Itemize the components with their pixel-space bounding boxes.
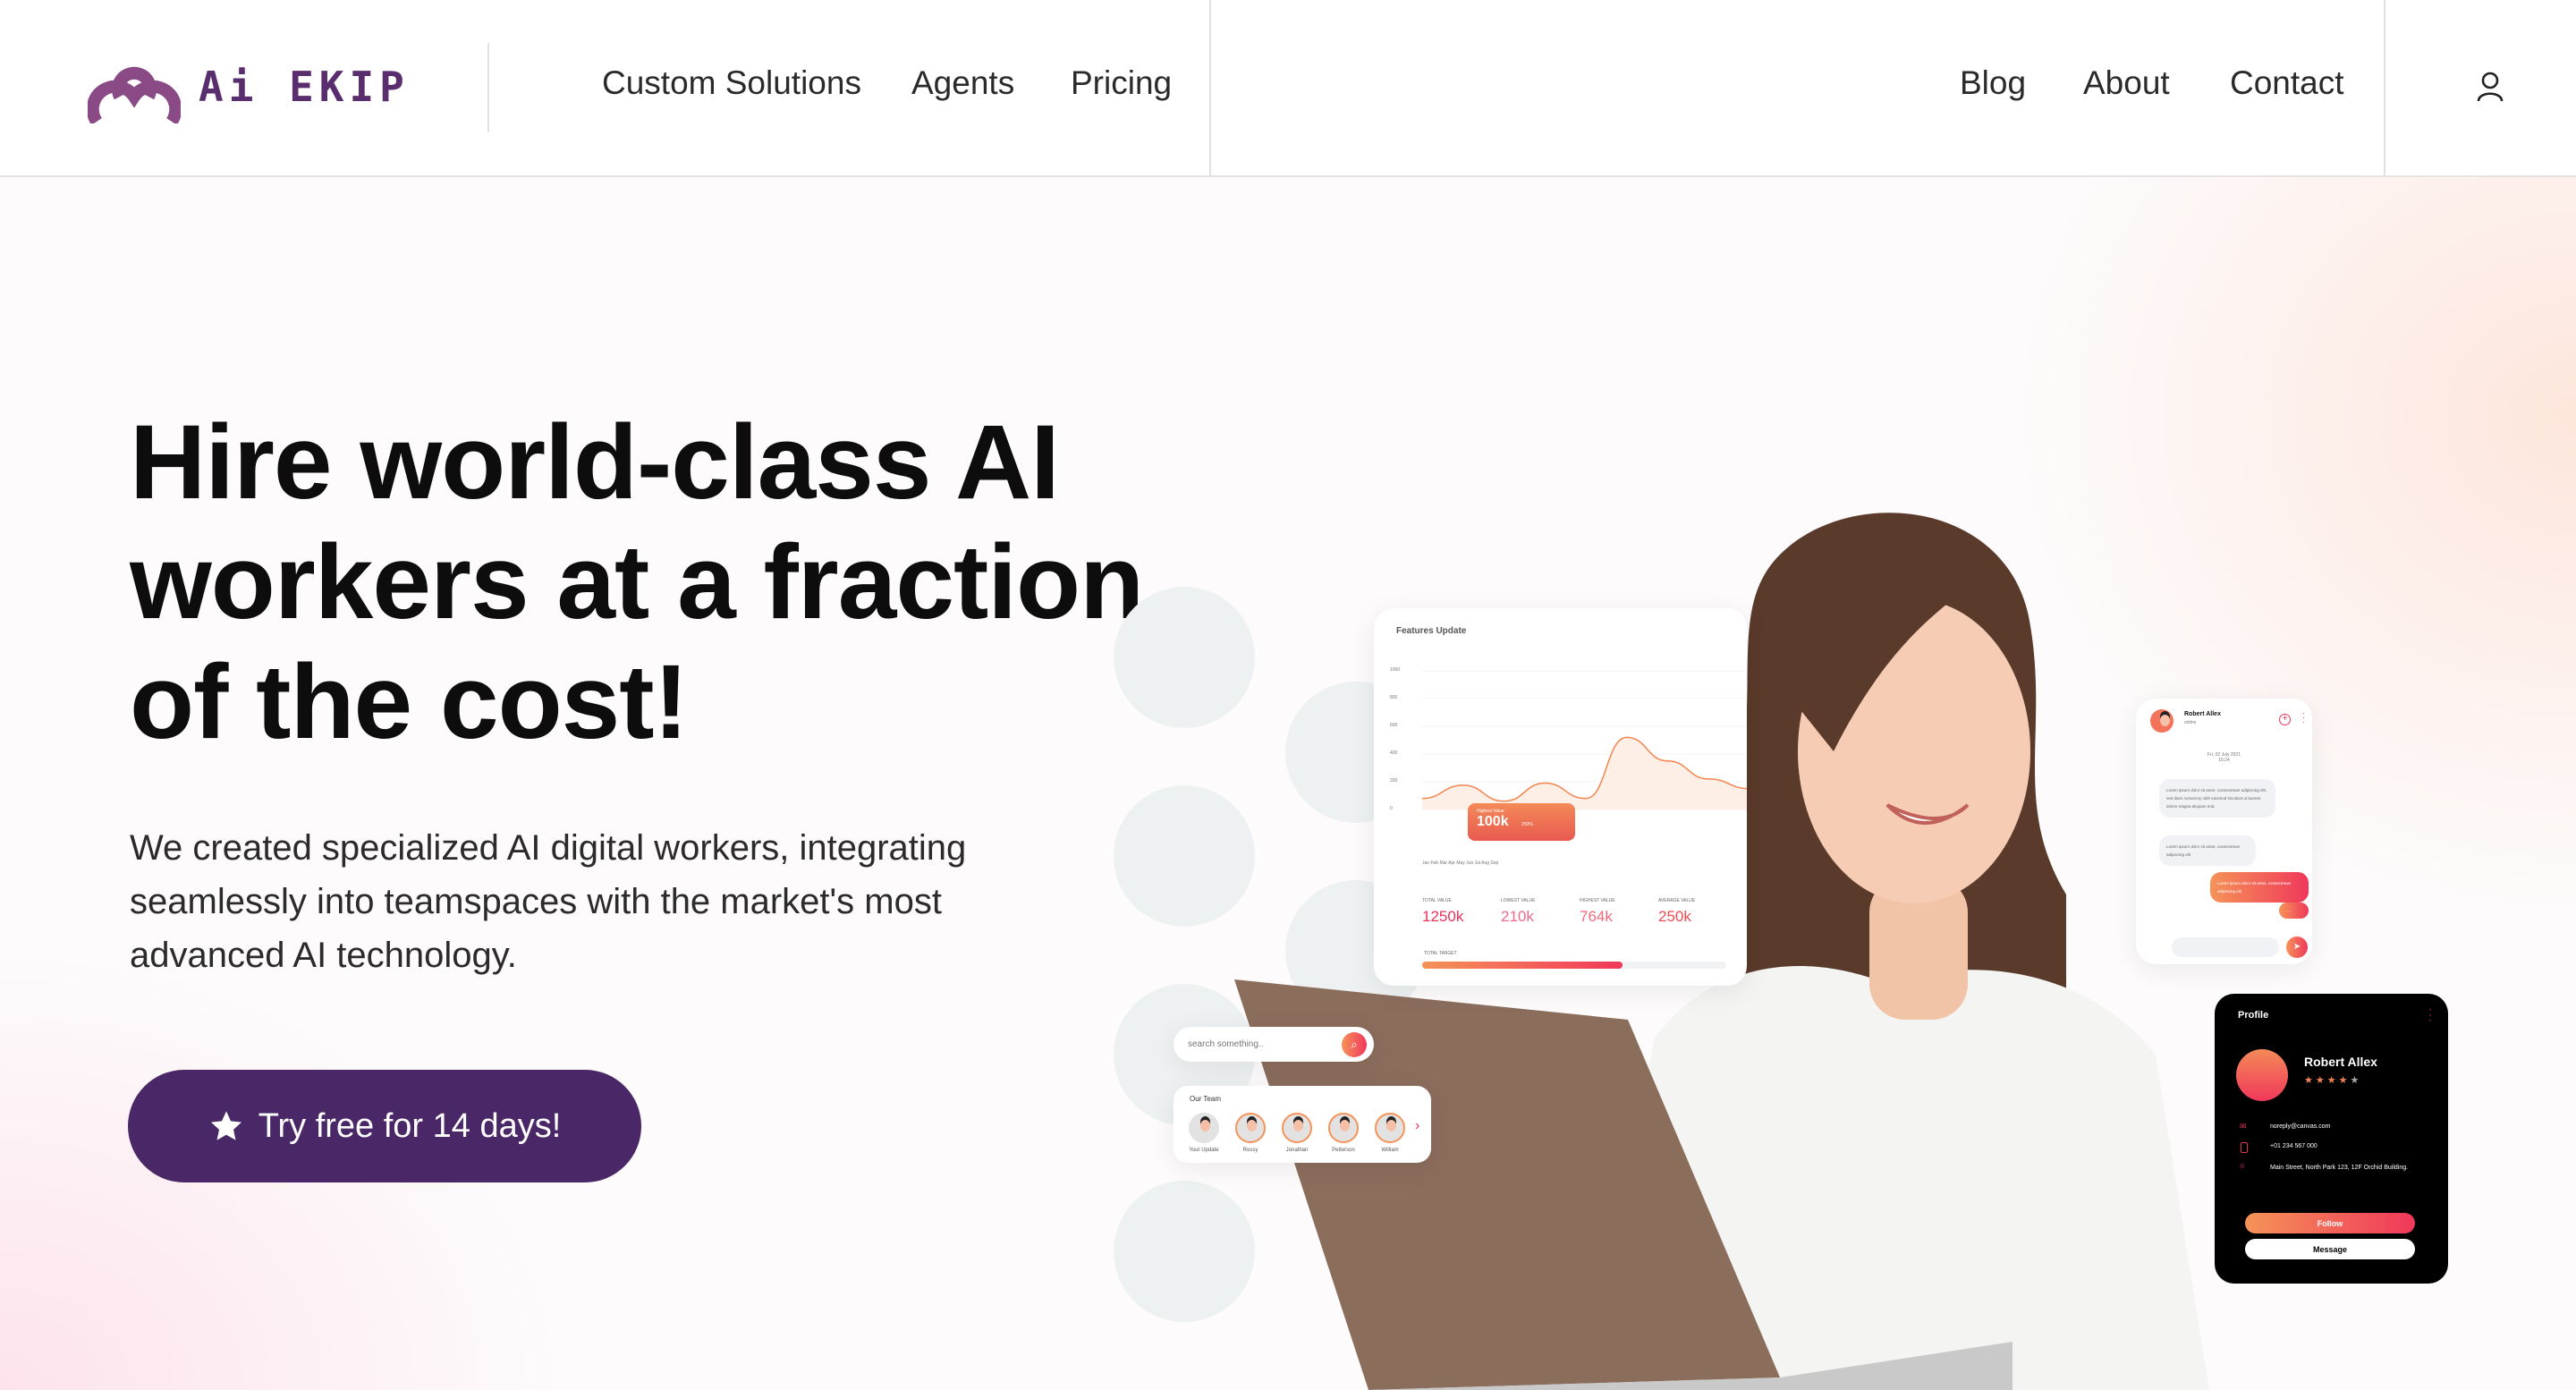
send-icon[interactable]: ➤ bbox=[2286, 937, 2308, 958]
stat-label: HIGHEST VALUE bbox=[1580, 898, 1615, 903]
star-icon bbox=[210, 1111, 242, 1140]
profile-phone: +01 234 567 000 bbox=[2270, 1143, 2318, 1149]
profile-card: Profile · · · Robert Allex ★★★★★ ✉ noreply… bbox=[2215, 994, 2448, 1284]
member-avatar bbox=[1189, 1113, 1219, 1143]
chat-input[interactable] bbox=[2172, 937, 2279, 957]
stat-label: TOTAL VALUE bbox=[1422, 898, 1452, 903]
member-avatar bbox=[1328, 1113, 1359, 1143]
rating-stars: ★★★★★ bbox=[2304, 1074, 2361, 1086]
user-icon[interactable] bbox=[2476, 72, 2504, 102]
target-progress-bar bbox=[1422, 962, 1726, 969]
stat-label: LOWEST VALUE bbox=[1501, 898, 1536, 903]
tooltip: Highest Value 100k 250% bbox=[1468, 803, 1575, 841]
stat-value: 210k bbox=[1501, 908, 1534, 925]
try-free-button[interactable]: Try free for 14 days! bbox=[128, 1070, 641, 1182]
member-avatar bbox=[1375, 1113, 1405, 1143]
message-bubble: ..... bbox=[2279, 903, 2309, 919]
follow-button[interactable]: Follow bbox=[2245, 1213, 2415, 1233]
y-tick: 0 bbox=[1390, 806, 1393, 811]
team-title: Our Team bbox=[1190, 1095, 1221, 1103]
nav-agents[interactable]: Agents bbox=[911, 64, 1014, 102]
logo[interactable]: Ai EKIP bbox=[88, 52, 410, 123]
search-box[interactable]: ⌕ bbox=[1174, 1027, 1374, 1062]
star-icon: ★ bbox=[2315, 1075, 2327, 1086]
member-name: Your Update bbox=[1189, 1148, 1219, 1153]
star-icon: ★ bbox=[2350, 1075, 2362, 1086]
stat-value: 250k bbox=[1658, 908, 1691, 925]
features-update-card: Features Update 1000 800 600 400 200 0 Highes… bbox=[1374, 608, 1747, 986]
nav-contact[interactable]: Contact bbox=[2230, 64, 2344, 102]
divider bbox=[487, 43, 489, 132]
logo-text: Ai EKIP bbox=[199, 63, 410, 111]
member-name: Jonathan bbox=[1285, 1148, 1309, 1153]
location-icon: ⌾ bbox=[2240, 1162, 2245, 1171]
tooltip-value: 100k bbox=[1477, 814, 1509, 829]
message-bubble: Lorem ipsum dolor sit amet, consectetuer… bbox=[2159, 779, 2275, 818]
member-avatar bbox=[1282, 1113, 1312, 1143]
logo-mark-icon bbox=[88, 66, 181, 123]
message-bubble: Lorem ipsum dolor sit amet, consectetuer… bbox=[2159, 835, 2256, 866]
try-free-label: Try free for 14 days! bbox=[258, 1106, 562, 1145]
nav-pricing[interactable]: Pricing bbox=[1071, 64, 1172, 102]
profile-name: Robert Allex bbox=[2304, 1055, 2377, 1069]
stat-value: 1250k bbox=[1422, 908, 1464, 925]
star-icon: ★ bbox=[2304, 1075, 2316, 1086]
target-progress-fill bbox=[1422, 962, 1623, 969]
profile-email: noreply@canvas.com bbox=[2270, 1123, 2331, 1130]
member-name: Petterson bbox=[1332, 1148, 1355, 1153]
tooltip-pct: 250% bbox=[1521, 822, 1533, 827]
hero-description: We created specialized AI digital worker… bbox=[130, 828, 967, 975]
member-name: Rossy bbox=[1242, 1148, 1258, 1153]
stat-value: 764k bbox=[1580, 908, 1613, 925]
more-icon[interactable]: · · · bbox=[2302, 709, 2305, 727]
nav-blog[interactable]: Blog bbox=[1960, 64, 2026, 102]
nav-custom-solutions[interactable]: Custom Solutions bbox=[602, 64, 861, 102]
team-member[interactable]: William bbox=[1367, 1113, 1413, 1153]
site-header: Ai EKIP Custom Solutions Agents Pricing … bbox=[0, 0, 2576, 177]
more-icon[interactable]: · · · bbox=[2428, 1004, 2432, 1025]
add-icon[interactable]: + bbox=[2279, 714, 2291, 725]
profile-title: Profile bbox=[2238, 1010, 2269, 1021]
card-title: Features Update bbox=[1396, 626, 1467, 636]
star-icon: ★ bbox=[2326, 1075, 2339, 1086]
email-icon: ✉ bbox=[2240, 1122, 2247, 1131]
message-bubble: Lorem ipsum dolor sit amet, consectetuer… bbox=[2210, 872, 2309, 903]
phone-icon bbox=[2241, 1142, 2248, 1153]
profile-address: Main Street, North Park 123, 12F Orchid … bbox=[2270, 1165, 2409, 1171]
chat-time: 15:24 bbox=[2218, 758, 2230, 763]
team-member[interactable]: Jonathan bbox=[1274, 1113, 1320, 1153]
search-icon[interactable]: ⌕ bbox=[1342, 1031, 1367, 1057]
chat-name: Robert Allex bbox=[2184, 711, 2221, 717]
message-button[interactable]: Message bbox=[2245, 1239, 2415, 1259]
y-tick: 600 bbox=[1390, 723, 1398, 728]
team-member[interactable]: Your Update bbox=[1181, 1113, 1227, 1153]
team-card: Our Team Your Update Rossy Jonathan Petters… bbox=[1174, 1086, 1431, 1163]
chevron-right-icon[interactable]: › bbox=[1415, 1118, 1419, 1134]
nav-about[interactable]: About bbox=[2083, 64, 2170, 102]
profile-avatar bbox=[2236, 1049, 2288, 1101]
y-tick: 400 bbox=[1390, 750, 1398, 756]
chat-avatar bbox=[2150, 709, 2174, 733]
stat-label: AVERAGE VALUE bbox=[1658, 898, 1696, 903]
search-input[interactable] bbox=[1188, 1035, 1342, 1054]
x-axis-months: Jan Feb Mar Apr May Jun Jul Aug Sep bbox=[1422, 860, 1499, 866]
y-tick: 1000 bbox=[1390, 667, 1401, 673]
chat-status: online bbox=[2184, 720, 2197, 725]
y-tick: 200 bbox=[1390, 778, 1398, 784]
y-tick: 800 bbox=[1390, 695, 1398, 700]
team-member[interactable]: Rossy bbox=[1227, 1113, 1274, 1153]
chat-card: Robert Allex online + · · · Fri, 02 July 2… bbox=[2136, 699, 2312, 964]
star-icon: ★ bbox=[2338, 1075, 2351, 1086]
hero-title: Hire world-class AI workers at a fractio… bbox=[130, 403, 1144, 761]
divider bbox=[2384, 0, 2385, 177]
target-label: TOTAL TARGET bbox=[1424, 951, 1457, 956]
member-avatar bbox=[1235, 1113, 1266, 1143]
divider bbox=[1209, 0, 1211, 177]
team-member[interactable]: Petterson bbox=[1320, 1113, 1367, 1153]
member-name: William bbox=[1381, 1148, 1399, 1153]
